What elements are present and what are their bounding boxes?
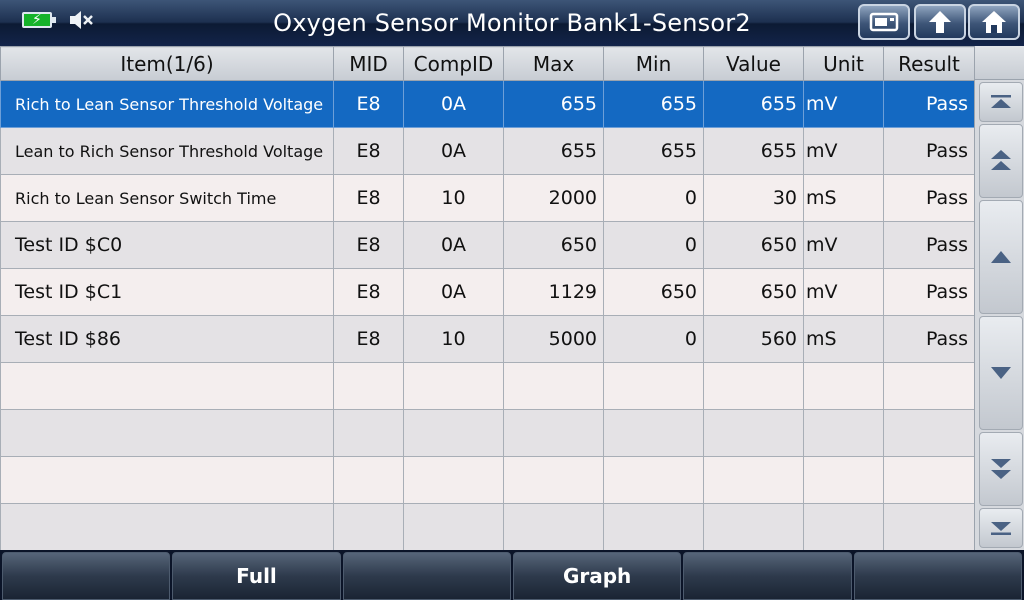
row-min: 655 <box>603 127 704 175</box>
row-mid: E8 <box>333 268 404 316</box>
line-up-button[interactable] <box>979 200 1023 314</box>
row-mid: E8 <box>333 127 404 175</box>
row-item: Test ID $86 <box>0 315 334 363</box>
row-value: 560 <box>703 315 804 363</box>
row-mid: E8 <box>333 80 404 128</box>
row-result: Pass <box>883 174 975 222</box>
column-header-min[interactable]: Min <box>603 46 704 81</box>
function-button-1[interactable] <box>2 552 171 600</box>
page-up-icon <box>991 150 1011 170</box>
column-header-result[interactable]: Result <box>883 46 975 81</box>
back-up-icon <box>929 11 951 33</box>
row-value: 650 <box>703 221 804 269</box>
scroll-bottom-button[interactable] <box>979 508 1023 548</box>
row-min: 650 <box>603 268 704 316</box>
row-compid: 0A <box>403 127 504 175</box>
row-max: 650 <box>503 221 604 269</box>
page-down-icon <box>991 459 1011 479</box>
column-header-unit[interactable]: Unit <box>803 46 884 81</box>
scroll-controls <box>974 46 1024 550</box>
row-mid: E8 <box>333 221 404 269</box>
row-compid: 10 <box>403 315 504 363</box>
row-unit: mV <box>803 221 884 269</box>
row-result: Pass <box>883 127 975 175</box>
graph-button[interactable]: Graph <box>512 552 682 600</box>
column-header-mid[interactable]: MID <box>333 46 404 81</box>
row-unit: mV <box>803 80 884 128</box>
row-result: Pass <box>883 315 975 363</box>
row-min: 0 <box>603 174 704 222</box>
row-max: 5000 <box>503 315 604 363</box>
scroll-top-button[interactable] <box>979 82 1023 122</box>
row-compid: 0A <box>403 80 504 128</box>
row-max: 1129 <box>503 268 604 316</box>
row-item: Rich to Lean Sensor Switch Time <box>0 174 334 222</box>
row-item: Test ID $C1 <box>0 268 334 316</box>
table-row[interactable]: Test ID $C0 E8 0A 650 0 650 mV Pass <box>0 221 975 269</box>
row-item: Lean to Rich Sensor Threshold Voltage <box>0 127 334 175</box>
row-value: 655 <box>703 127 804 175</box>
row-max: 2000 <box>503 174 604 222</box>
empty-row <box>0 503 975 551</box>
row-item: Rich to Lean Sensor Threshold Voltage <box>0 80 334 128</box>
function-button-5[interactable] <box>683 552 852 600</box>
title-bar: ⚡ Oxygen Sensor Monitor Bank1-Sensor2 <box>0 0 1024 46</box>
table-row[interactable]: Test ID $C1 E8 0A 1129 650 650 mV Pass <box>0 268 975 316</box>
function-button-6[interactable] <box>853 552 1022 600</box>
row-item: Test ID $C0 <box>0 221 334 269</box>
page-up-button[interactable] <box>979 124 1023 198</box>
results-table-container: Item(1/6) MID CompID Max Min Value Unit … <box>0 46 975 551</box>
function-button-3[interactable] <box>342 552 511 600</box>
table-header-row: Item(1/6) MID CompID Max Min Value Unit … <box>0 46 975 81</box>
row-max: 655 <box>503 127 604 175</box>
table-row[interactable]: Rich to Lean Sensor Switch Time E8 10 20… <box>0 174 975 222</box>
home-button[interactable] <box>968 4 1020 40</box>
function-bar: Full Graph <box>0 550 1024 600</box>
row-result: Pass <box>883 80 975 128</box>
row-unit: mV <box>803 127 884 175</box>
screenshot-button[interactable] <box>858 4 910 40</box>
row-unit: mS <box>803 315 884 363</box>
table-row[interactable]: Lean to Rich Sensor Threshold Voltage E8… <box>0 127 975 175</box>
row-compid: 10 <box>403 174 504 222</box>
full-button[interactable]: Full <box>172 552 341 600</box>
row-min: 655 <box>603 80 704 128</box>
scroll-top-icon <box>991 95 1011 108</box>
row-result: Pass <box>883 221 975 269</box>
scroll-bottom-icon <box>991 522 1011 535</box>
row-min: 0 <box>603 221 704 269</box>
column-header-value[interactable]: Value <box>703 46 804 81</box>
row-value: 650 <box>703 268 804 316</box>
column-header-max[interactable]: Max <box>503 46 604 81</box>
line-down-icon <box>991 367 1011 379</box>
page-down-button[interactable] <box>979 432 1023 506</box>
line-up-icon <box>991 251 1011 263</box>
back-button[interactable] <box>914 4 966 40</box>
table-row[interactable]: Rich to Lean Sensor Threshold Voltage E8… <box>0 80 975 128</box>
table-row[interactable]: Test ID $86 E8 10 5000 0 560 mS Pass <box>0 315 975 363</box>
row-mid: E8 <box>333 315 404 363</box>
row-min: 0 <box>603 315 704 363</box>
row-max: 655 <box>503 80 604 128</box>
row-value: 30 <box>703 174 804 222</box>
row-compid: 0A <box>403 221 504 269</box>
home-icon <box>982 11 1006 33</box>
row-result: Pass <box>883 268 975 316</box>
column-header-item[interactable]: Item(1/6) <box>0 46 334 81</box>
line-down-button[interactable] <box>979 316 1023 430</box>
row-compid: 0A <box>403 268 504 316</box>
empty-row <box>0 409 975 457</box>
screenshot-icon <box>869 12 899 32</box>
results-table: Item(1/6) MID CompID Max Min Value Unit … <box>0 46 975 551</box>
empty-row <box>0 456 975 504</box>
row-unit: mS <box>803 174 884 222</box>
column-header-compid[interactable]: CompID <box>403 46 504 81</box>
row-mid: E8 <box>333 174 404 222</box>
row-value: 655 <box>703 80 804 128</box>
row-unit: mV <box>803 268 884 316</box>
empty-row <box>0 362 975 410</box>
